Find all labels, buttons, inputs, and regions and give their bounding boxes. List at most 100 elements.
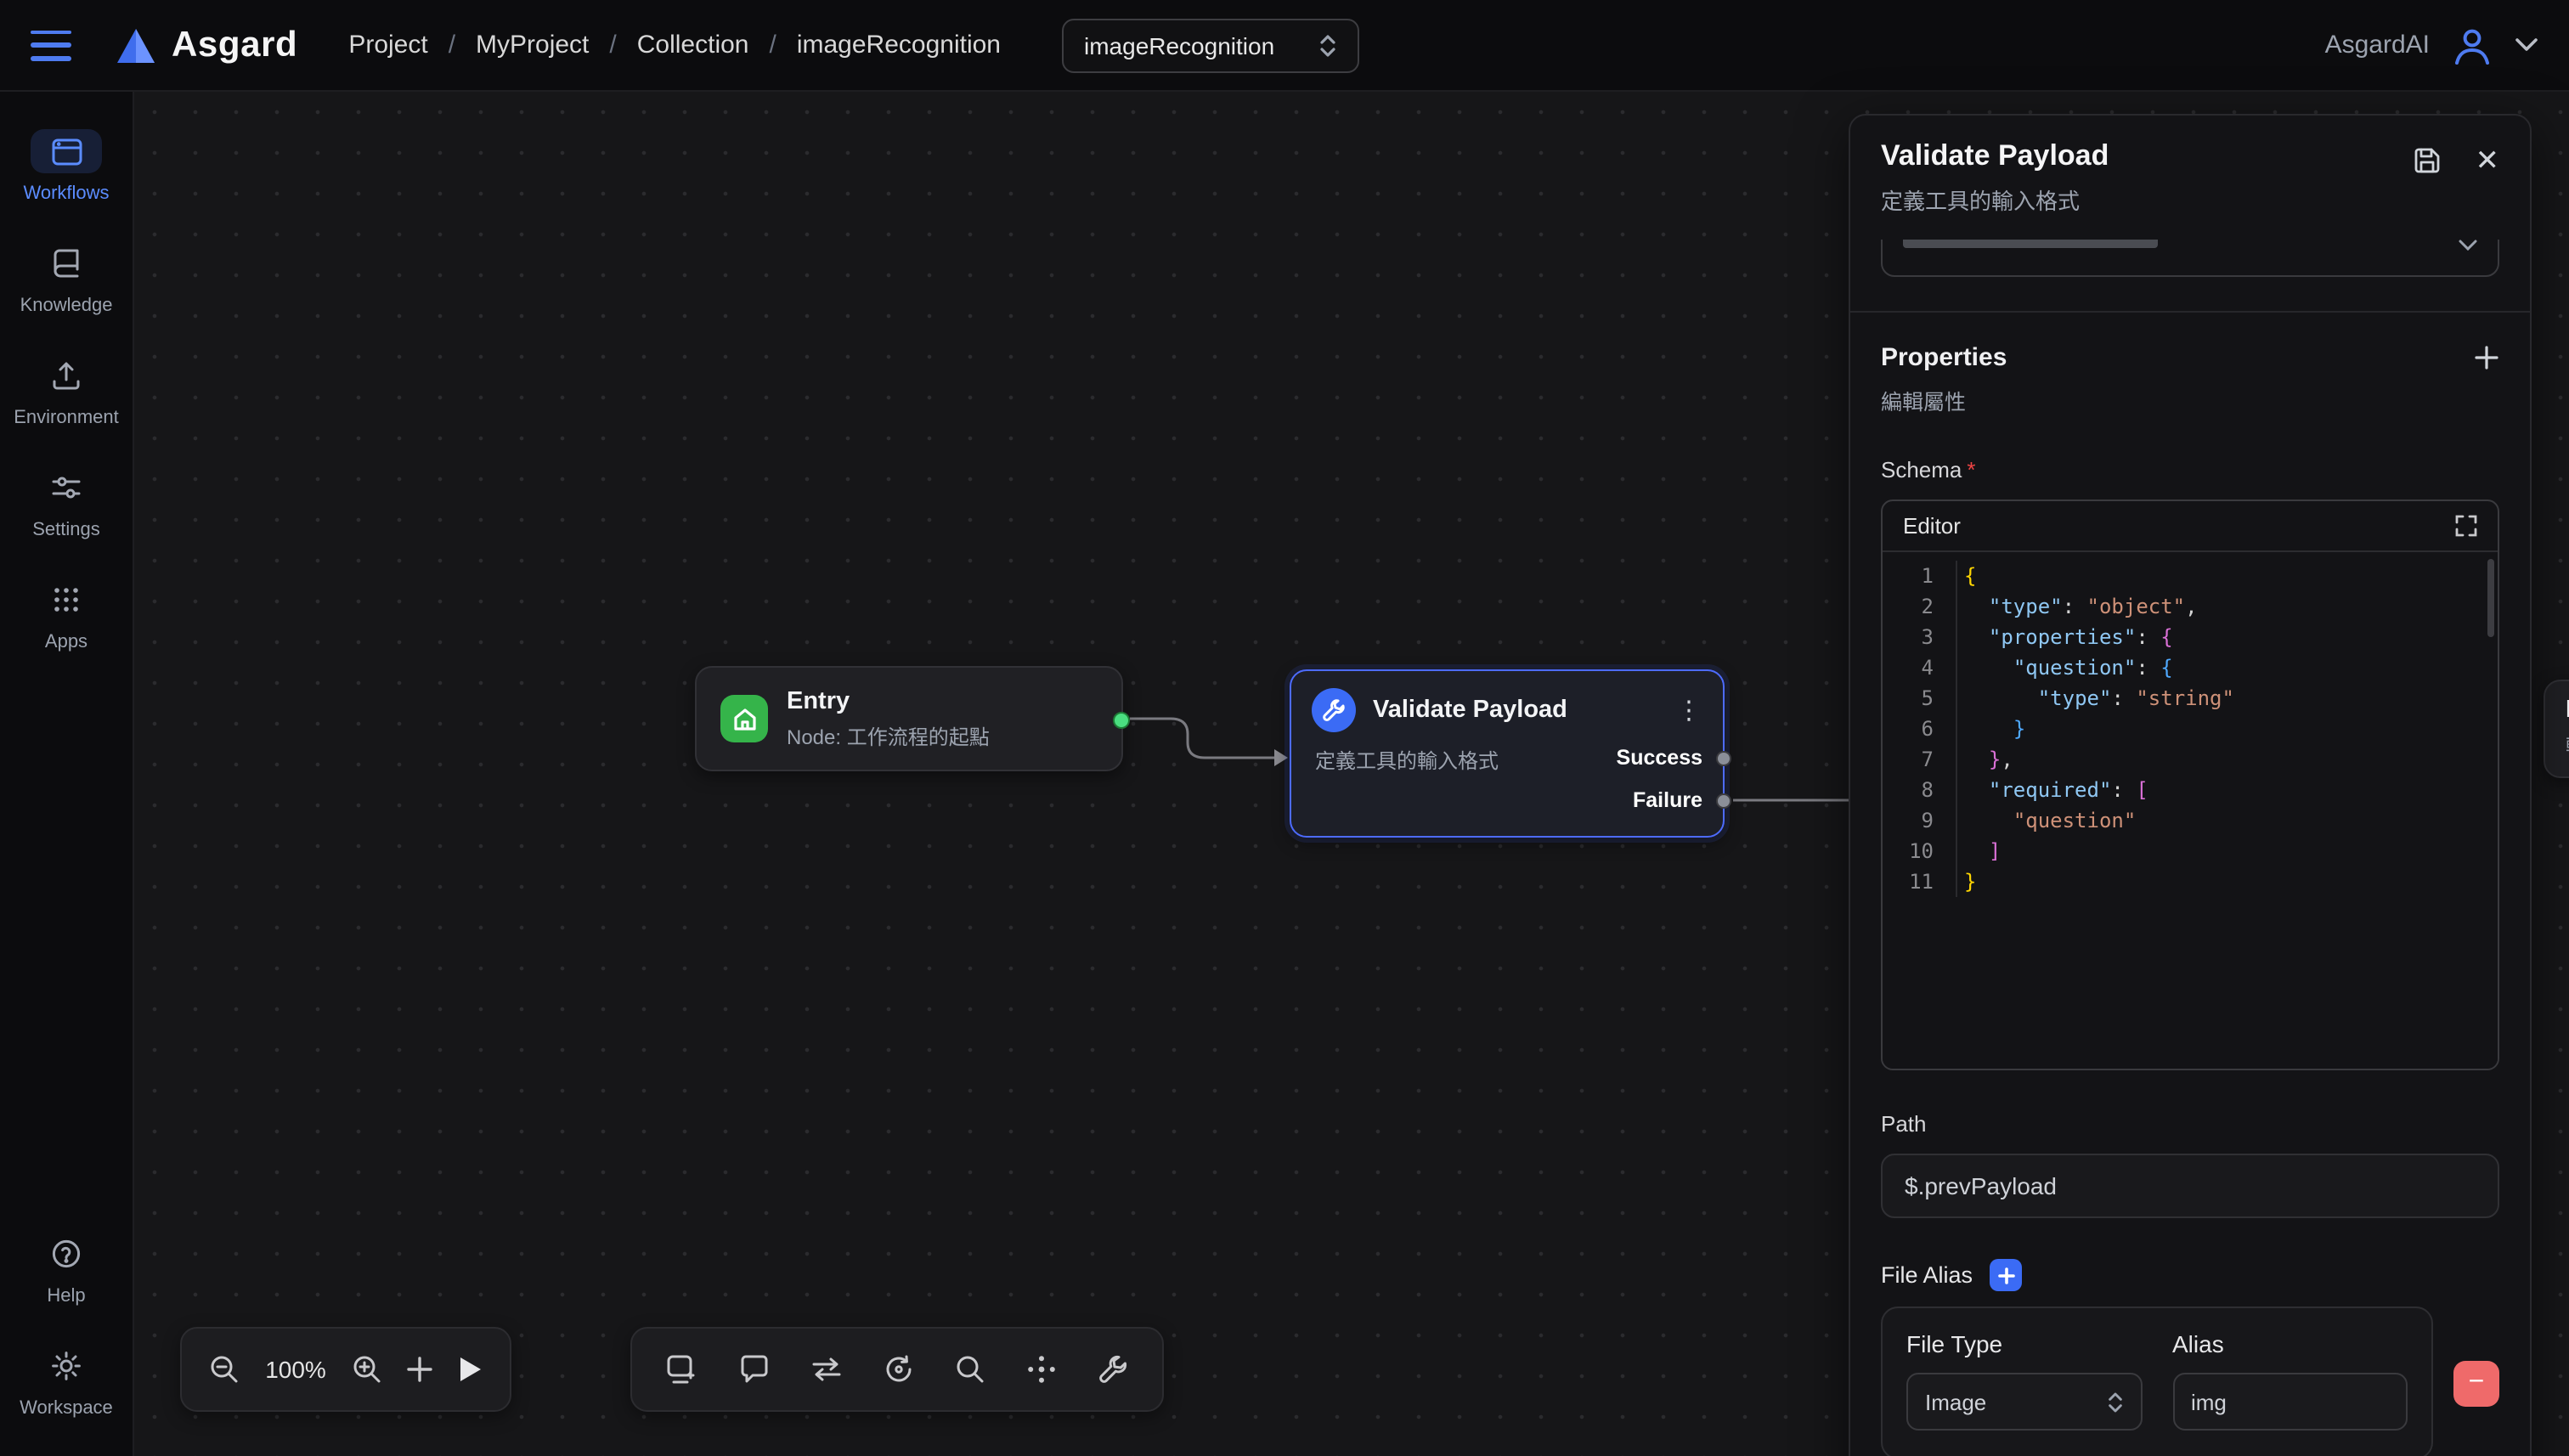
clipped-node-subtitle: 輸 [2566,731,2569,759]
knowledge-icon [31,241,102,285]
auto-layout-icon[interactable] [884,1354,914,1385]
node-entry[interactable]: Entry Node: 工作流程的起點 [695,666,1123,771]
success-output-port[interactable] [1715,751,1731,766]
schema-label: Schema [1881,457,1962,483]
node-validate-payload[interactable]: Validate Payload 定義工具的輸入格式 Success Failu… [1290,669,1725,838]
breadcrumb-separator: / [770,31,776,59]
entry-output-port[interactable] [1113,712,1130,729]
workflow-select-value: imageRecognition [1084,31,1274,59]
sidebar-item-label: Knowledge [20,296,113,316]
chevron-down-icon [2459,240,2477,251]
clipped-select[interactable] [1881,240,2499,277]
required-asterisk: * [1967,457,1975,483]
remove-file-alias-button[interactable] [2453,1360,2499,1406]
add-node-card-icon[interactable] [666,1354,698,1385]
settings-sliders-icon [31,466,102,510]
properties-subtitle: 編輯屬性 [1881,384,2499,416]
breadcrumb: Project / MyProject / Collection / image… [348,31,1001,59]
entry-node-icon [720,695,768,742]
zoom-out-icon[interactable] [209,1354,240,1385]
account-chevron-down-icon[interactable] [2515,37,2538,53]
editor-code[interactable]: 1{2 "type": "object",3 "properties": {4 … [1883,552,2498,1069]
clipped-scrolled-field [1881,240,2499,284]
sidebar-item-settings[interactable]: Settings [31,466,102,540]
help-icon [31,1232,102,1276]
menu-icon[interactable] [31,30,71,60]
tools-wrench-icon[interactable] [1098,1354,1128,1385]
add-property-icon[interactable] [2474,345,2499,370]
editor-title: Editor [1903,513,1961,539]
alias-label: Alias [2172,1330,2408,1357]
logo-triangle-icon [116,26,156,64]
save-icon[interactable] [2413,146,2442,175]
node-menu-icon[interactable] [1675,694,1702,726]
main-area: Workflows Knowledge Environment Settings [0,92,2569,1456]
entry-node-title: Entry [787,687,990,714]
environment-upload-icon [31,353,102,398]
canvas-tools-toolbar [630,1327,1164,1412]
alias-input[interactable]: img [2172,1373,2408,1431]
workflow-select[interactable]: imageRecognition [1062,18,1359,72]
topbar: Asgard Project / MyProject / Collection … [0,0,2569,92]
sidebar-item-label: Environment [14,408,119,428]
node-clipped-right[interactable]: R 輸 [2544,680,2569,778]
avatar-icon[interactable] [2450,23,2494,67]
logo-text: Asgard [172,25,297,65]
breadcrumb-separator: / [609,31,616,59]
path-label: Path [1881,1111,2499,1137]
breadcrumb-myproject[interactable]: MyProject [476,31,589,59]
add-file-alias-button[interactable] [1990,1259,2022,1291]
run-workflow-button[interactable] [457,1356,483,1383]
schema-editor: Editor 1{2 "type": "object",3 "propertie… [1881,499,2499,1070]
sidebar-item-workflows[interactable]: Workflows [23,129,109,204]
workspace-gear-icon [31,1344,102,1388]
file-type-label: File Type [1906,1330,2142,1357]
sidebar: Workflows Knowledge Environment Settings [0,92,134,1456]
account-area: AsgardAI [2325,23,2538,67]
fit-view-icon[interactable] [1026,1354,1057,1385]
file-alias-card: File Type Image Alias img [1881,1306,2433,1456]
app-root: Asgard Project / MyProject / Collection … [0,0,2569,1456]
workflows-icon [31,129,102,173]
port-label-success: Success [1617,746,1702,770]
config-panel: Validate Payload 定義工具的輸入格式 [1849,114,2532,1456]
logo[interactable]: Asgard [116,25,297,65]
apps-grid-icon [31,578,102,622]
file-alias-label: File Alias [1881,1262,1973,1288]
sidebar-item-label: Settings [32,520,100,540]
sidebar-item-label: Workspace [20,1398,113,1419]
path-input[interactable]: $.prevPayload [1881,1154,2499,1218]
zoom-level: 100% [263,1356,328,1383]
close-panel-icon[interactable] [2476,146,2500,175]
search-canvas-icon[interactable] [955,1354,985,1385]
sidebar-item-help[interactable]: Help [31,1232,102,1306]
zoom-toolbar: 100% [180,1327,511,1412]
account-label: AsgardAI [2325,31,2430,59]
panel-title: Validate Payload [1881,139,2109,173]
validate-node-icon [1312,688,1356,732]
updown-chevron-icon [1318,33,1337,57]
sidebar-item-environment[interactable]: Environment [14,353,119,428]
sidebar-item-knowledge[interactable]: Knowledge [20,241,113,316]
file-type-select[interactable]: Image [1906,1373,2142,1431]
breadcrumb-project[interactable]: Project [348,31,427,59]
port-label-failure: Failure [1633,788,1702,812]
file-type-value: Image [1925,1389,1986,1414]
breadcrumb-separator: / [449,31,455,59]
panel-subtitle: 定義工具的輸入格式 [1881,183,2109,216]
updown-chevron-icon [2106,1391,2123,1413]
clipped-node-title: R [2566,697,2569,724]
expand-editor-icon[interactable] [2455,515,2477,537]
add-node-button[interactable] [406,1356,433,1383]
zoom-in-icon[interactable] [352,1354,382,1385]
sidebar-item-apps[interactable]: Apps [31,578,102,652]
entry-node-subtitle: Node: 工作流程的起點 [787,721,990,750]
comment-icon[interactable] [739,1354,770,1385]
sidebar-item-label: Help [47,1286,85,1306]
failure-output-port[interactable] [1715,793,1731,809]
swap-direction-icon[interactable] [810,1356,843,1383]
sidebar-item-workspace[interactable]: Workspace [20,1344,113,1419]
properties-title: Properties [1881,343,2007,372]
breadcrumb-current[interactable]: imageRecognition [797,31,1001,59]
breadcrumb-collection[interactable]: Collection [637,31,749,59]
